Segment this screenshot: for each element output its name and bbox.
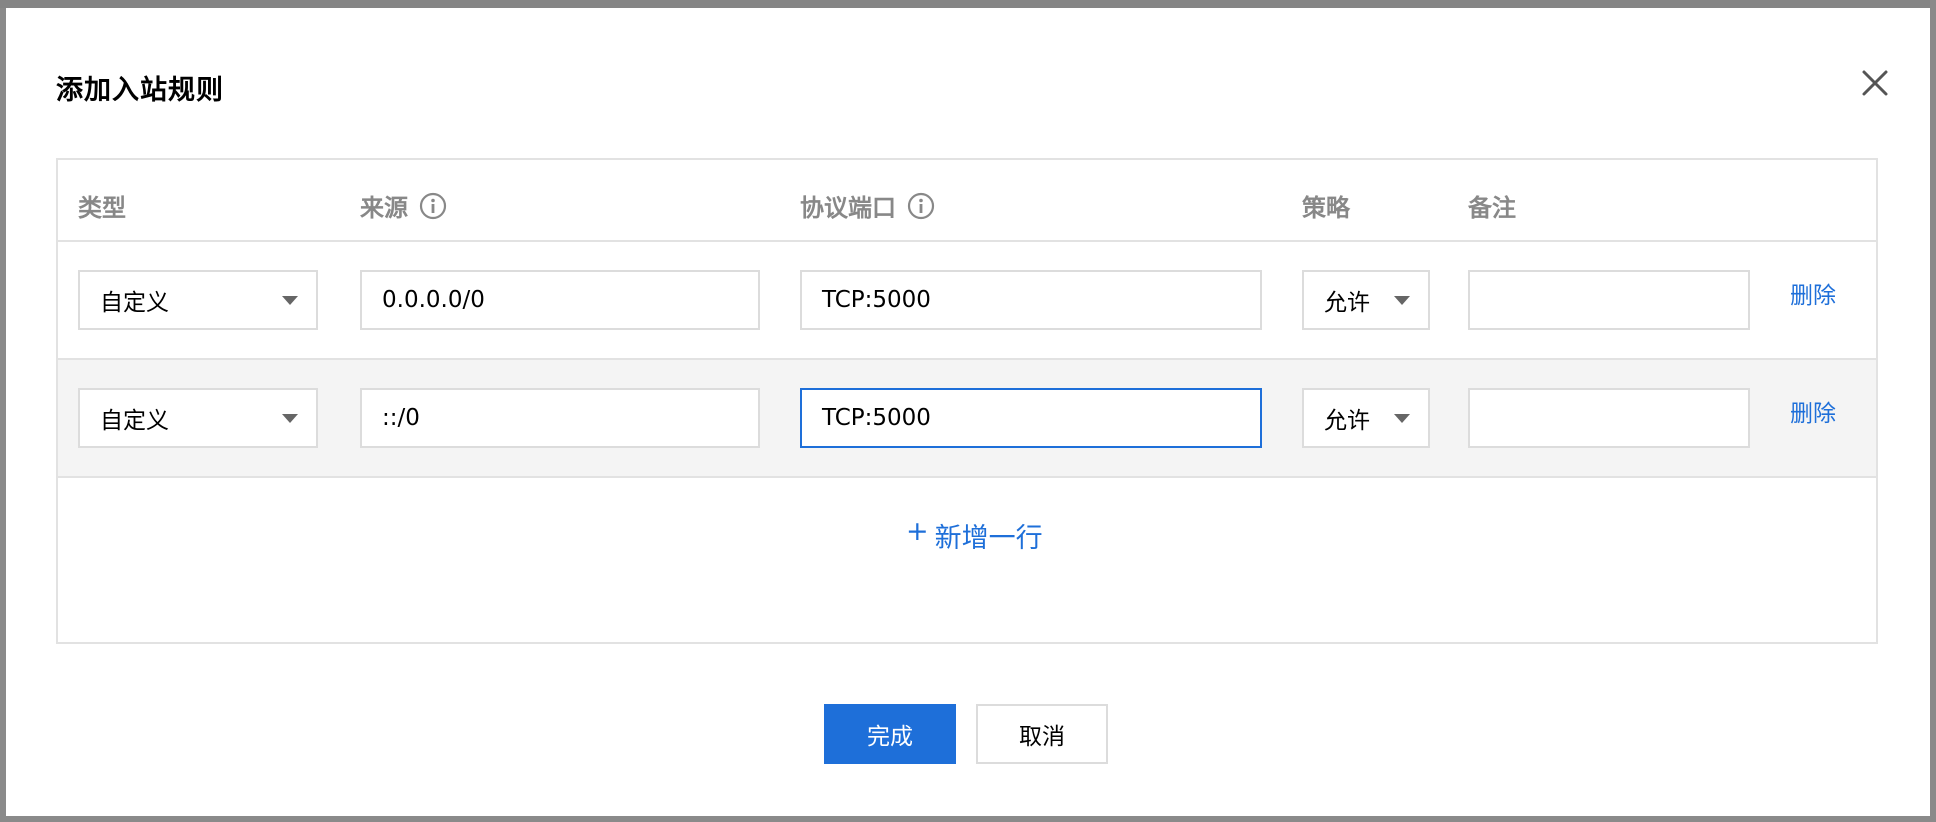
close-icon[interactable]	[1858, 66, 1892, 100]
note-input[interactable]	[1468, 388, 1750, 448]
add-row-label: 新增一行	[934, 523, 1043, 554]
policy-select[interactable]: 允许	[1302, 270, 1430, 330]
table-row: 自定义 ::/0 TCP:5000 允许 删除	[58, 360, 1876, 478]
type-select[interactable]: 自定义	[78, 270, 318, 330]
source-input[interactable]: ::/0	[360, 388, 760, 448]
header-type: 类型	[78, 194, 126, 222]
note-input[interactable]	[1468, 270, 1750, 330]
chevron-down-icon	[1394, 413, 1410, 423]
cancel-button[interactable]: 取消	[976, 704, 1108, 764]
protocol-port-input[interactable]: TCP:5000	[800, 388, 1262, 448]
protocol-port-input[interactable]: TCP:5000	[800, 270, 1262, 330]
header-protocol-port: 协议端口	[800, 188, 936, 223]
info-icon[interactable]	[906, 191, 936, 221]
confirm-button[interactable]: 完成	[824, 704, 956, 764]
delete-row-button[interactable]: 删除	[1790, 276, 1836, 310]
info-icon[interactable]	[418, 191, 448, 221]
source-input[interactable]: 0.0.0.0/0	[360, 270, 760, 330]
header-note: 备注	[1468, 194, 1516, 222]
header-source: 来源	[360, 188, 448, 223]
policy-select[interactable]: 允许	[1302, 388, 1430, 448]
plus-icon: +	[906, 516, 929, 547]
delete-row-button[interactable]: 删除	[1790, 394, 1836, 428]
chevron-down-icon	[282, 413, 298, 423]
header-policy: 策略	[1302, 194, 1350, 222]
add-inbound-rule-dialog: 添加入站规则 类型 来源 协议端口 策略 备注 自定义 0.0.0.0/0 TC…	[6, 8, 1930, 816]
table-row: 自定义 0.0.0.0/0 TCP:5000 允许 删除	[58, 242, 1876, 360]
table-header: 类型 来源 协议端口 策略 备注	[58, 160, 1876, 242]
add-row-area: + 新增一行	[58, 480, 1876, 642]
chevron-down-icon	[1394, 295, 1410, 305]
add-row-button[interactable]: + 新增一行	[906, 516, 1043, 555]
overlay-backdrop-edge	[1930, 0, 1936, 822]
rule-table: 类型 来源 协议端口 策略 备注 自定义 0.0.0.0/0 TCP:5000 …	[56, 158, 1878, 644]
overlay-backdrop	[0, 0, 1936, 8]
dialog-title: 添加入站规则	[56, 75, 224, 106]
type-select[interactable]: 自定义	[78, 388, 318, 448]
chevron-down-icon	[282, 295, 298, 305]
